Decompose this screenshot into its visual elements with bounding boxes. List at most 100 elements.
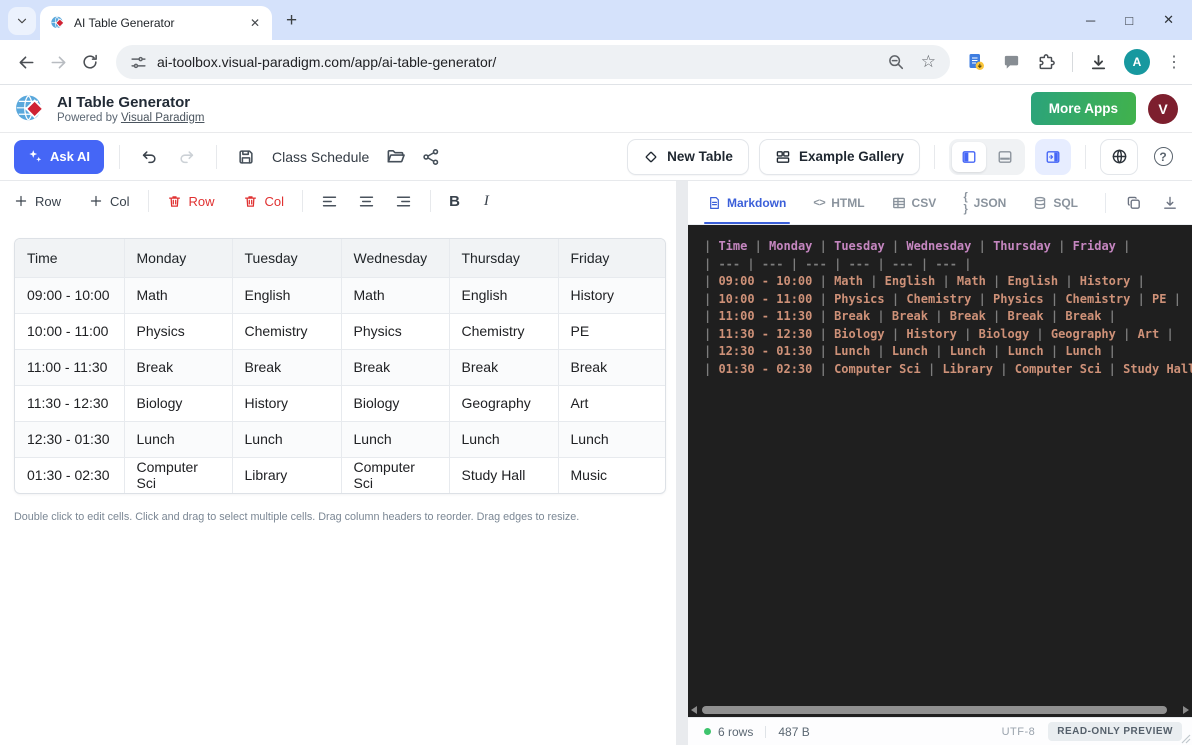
table-cell[interactable]: Lunch [558, 421, 666, 457]
new-tab-button[interactable]: + [286, 10, 297, 32]
table-cell[interactable]: Study Hall [449, 457, 558, 493]
forward-button[interactable] [42, 46, 74, 78]
back-button[interactable] [10, 46, 42, 78]
toggle-preview-panel-button[interactable] [1035, 139, 1071, 175]
scrollbar-thumb[interactable] [702, 706, 1167, 714]
table-cell[interactable]: English [232, 277, 341, 313]
share-button[interactable] [417, 143, 445, 171]
maximize-button[interactable]: □ [1125, 13, 1133, 28]
table-cell[interactable]: 11:30 - 12:30 [15, 385, 124, 421]
ask-ai-button[interactable]: Ask AI [14, 140, 104, 174]
site-settings-icon[interactable] [130, 54, 147, 71]
split-horizontal-button[interactable] [988, 142, 1022, 172]
tab-sql[interactable]: SQL [1033, 181, 1078, 224]
column-header[interactable]: Tuesday [232, 239, 341, 277]
open-file-button[interactable] [381, 143, 409, 171]
table-cell[interactable]: Math [341, 277, 449, 313]
table-cell[interactable]: Art [558, 385, 666, 421]
table-cell[interactable]: 11:00 - 11:30 [15, 349, 124, 385]
italic-button[interactable]: I [484, 193, 489, 210]
minimize-button[interactable]: ─ [1086, 13, 1095, 28]
table-cell[interactable]: Break [558, 349, 666, 385]
table-cell[interactable]: Computer Sci [341, 457, 449, 493]
table-cell[interactable]: Geography [449, 385, 558, 421]
download-icon[interactable] [1162, 195, 1178, 211]
column-header[interactable]: Friday [558, 239, 666, 277]
tab-json[interactable]: { } JSON [963, 181, 1006, 224]
reload-button[interactable] [74, 46, 106, 78]
add-col-button[interactable]: Col [89, 194, 130, 209]
table-cell[interactable]: Music [558, 457, 666, 493]
table-cell[interactable]: Library [232, 457, 341, 493]
column-header[interactable]: Thursday [449, 239, 558, 277]
panel-divider[interactable] [676, 181, 688, 745]
scroll-left-arrow[interactable] [691, 706, 697, 714]
tab-html[interactable]: <> HTML [813, 181, 864, 224]
language-button[interactable] [1100, 139, 1138, 175]
table-cell[interactable]: Lunch [449, 421, 558, 457]
resize-grip-icon[interactable] [1181, 734, 1191, 744]
table-cell[interactable]: Physics [124, 313, 232, 349]
table-cell[interactable]: History [232, 385, 341, 421]
split-vertical-button[interactable] [952, 142, 986, 172]
help-button[interactable]: ? [1148, 142, 1178, 172]
redo-button[interactable] [173, 143, 201, 171]
downloads-icon[interactable] [1089, 53, 1108, 72]
table-cell[interactable]: Lunch [232, 421, 341, 457]
align-left-icon[interactable] [321, 193, 338, 210]
table-cell[interactable]: Lunch [124, 421, 232, 457]
column-header[interactable]: Wednesday [341, 239, 449, 277]
extensions-puzzle-icon[interactable] [1037, 53, 1056, 72]
url-bar[interactable]: ai-toolbox.visual-paradigm.com/app/ai-ta… [116, 45, 950, 79]
tab-search-button[interactable] [8, 7, 36, 35]
table-cell[interactable]: 01:30 - 02:30 [15, 457, 124, 493]
table-cell[interactable]: Lunch [341, 421, 449, 457]
table-cell[interactable]: Break [124, 349, 232, 385]
table-cell[interactable]: Biology [124, 385, 232, 421]
tab-close-icon[interactable]: ✕ [246, 14, 264, 32]
table-cell[interactable]: Computer Sci [124, 457, 232, 493]
document-title[interactable]: Class Schedule [272, 149, 369, 165]
save-button[interactable] [232, 143, 260, 171]
align-right-icon[interactable] [395, 193, 412, 210]
user-avatar[interactable]: V [1148, 94, 1178, 124]
table-cell[interactable]: Break [341, 349, 449, 385]
add-row-button[interactable]: Row [14, 194, 61, 209]
browser-profile-avatar[interactable]: A [1124, 49, 1150, 75]
bold-button[interactable]: B [449, 193, 460, 210]
copy-icon[interactable] [1126, 195, 1142, 211]
new-table-button[interactable]: New Table [627, 139, 749, 175]
tab-csv[interactable]: CSV [892, 181, 937, 224]
table-cell[interactable]: History [558, 277, 666, 313]
bookmark-star-icon[interactable]: ☆ [921, 52, 936, 72]
table-cell[interactable]: 12:30 - 01:30 [15, 421, 124, 457]
delete-row-button[interactable]: Row [167, 194, 215, 209]
browser-tab[interactable]: AI Table Generator ✕ [40, 6, 272, 40]
column-header[interactable]: Monday [124, 239, 232, 277]
close-window-button[interactable]: ✕ [1163, 12, 1174, 28]
chat-extension-icon[interactable] [1002, 53, 1021, 72]
tab-markdown[interactable]: Markdown [708, 181, 786, 224]
table-cell[interactable]: Break [449, 349, 558, 385]
undo-button[interactable] [135, 143, 163, 171]
table-cell[interactable]: PE [558, 313, 666, 349]
table-cell[interactable]: Break [232, 349, 341, 385]
table-cell[interactable]: 09:00 - 10:00 [15, 277, 124, 313]
table-cell[interactable]: Biology [341, 385, 449, 421]
more-apps-button[interactable]: More Apps [1031, 92, 1136, 125]
table-cell[interactable]: Math [124, 277, 232, 313]
table-cell[interactable]: Physics [341, 313, 449, 349]
align-center-icon[interactable] [358, 193, 375, 210]
scroll-right-arrow[interactable] [1183, 706, 1189, 714]
table-cell[interactable]: English [449, 277, 558, 313]
zoom-icon[interactable] [887, 53, 905, 71]
table-cell[interactable]: Chemistry [232, 313, 341, 349]
visual-paradigm-link[interactable]: Visual Paradigm [121, 112, 205, 124]
example-gallery-button[interactable]: Example Gallery [759, 139, 920, 175]
docs-extension-icon[interactable] [966, 52, 986, 72]
column-header[interactable]: Time [15, 239, 124, 277]
delete-col-button[interactable]: Col [243, 194, 285, 209]
browser-menu-icon[interactable]: ⋮ [1166, 52, 1182, 72]
table-cell[interactable]: Chemistry [449, 313, 558, 349]
table-cell[interactable]: 10:00 - 11:00 [15, 313, 124, 349]
